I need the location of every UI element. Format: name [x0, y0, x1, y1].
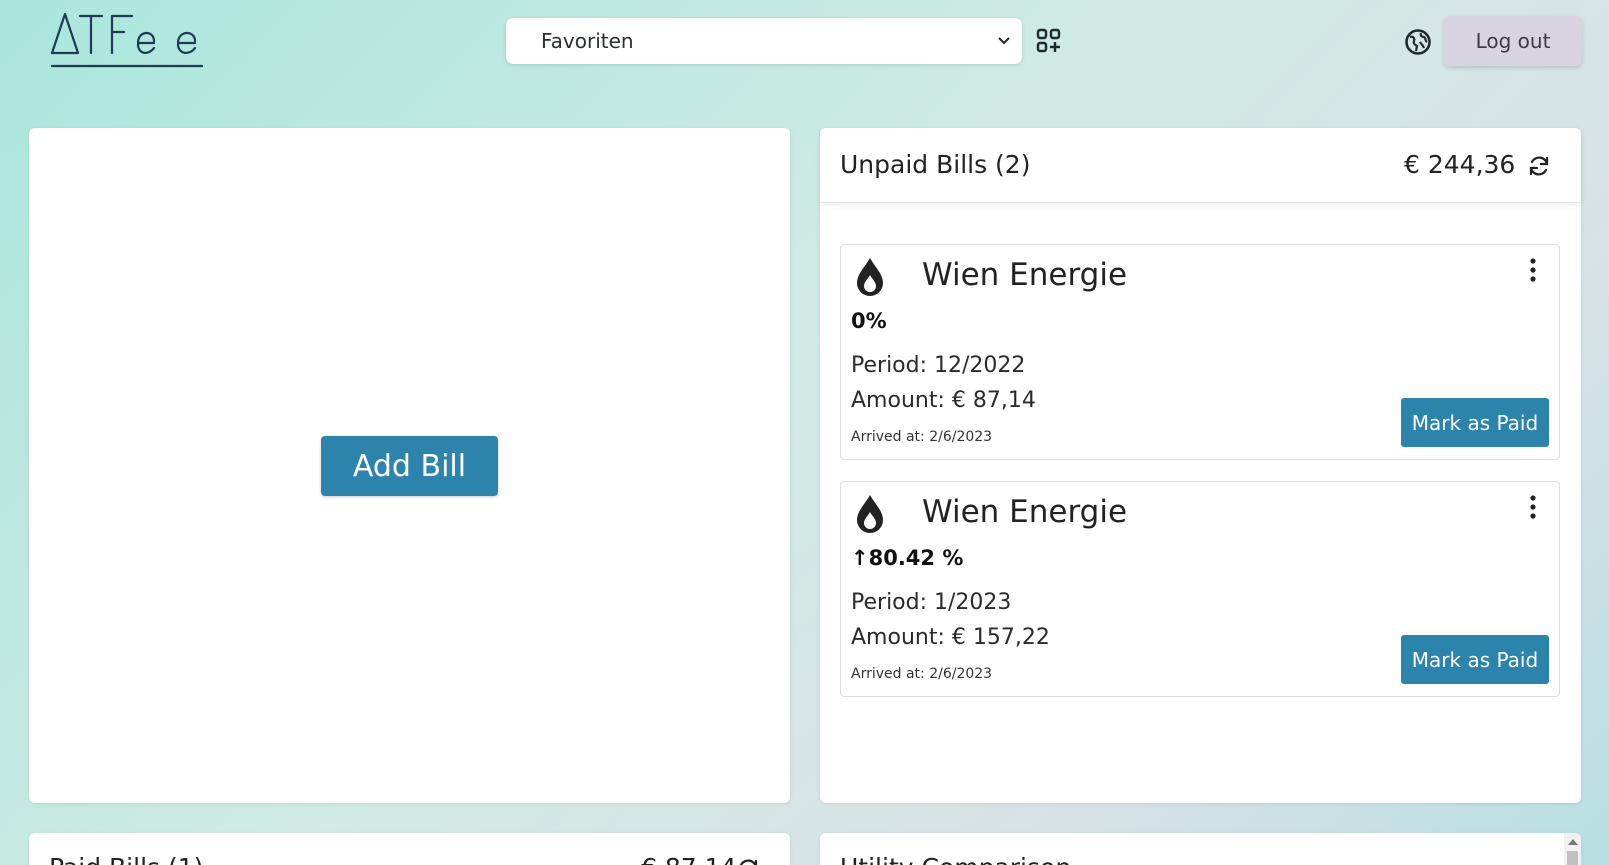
refresh-icon[interactable]	[736, 857, 760, 865]
paid-bills-title: Paid Bills (1)	[49, 853, 203, 865]
scroll-up-arrow-icon[interactable]	[1568, 839, 1578, 845]
more-options-icon[interactable]	[1529, 494, 1537, 520]
bill-provider-name: Wien Energie	[922, 257, 1128, 293]
bill-period: Period: 12/2022	[851, 353, 1026, 378]
mark-as-paid-button[interactable]: Mark as Paid	[1401, 398, 1549, 447]
bill-card: Wien Energie ↑80.42 % Period: 1/2023 Amo…	[840, 481, 1560, 697]
scroll-thumb[interactable]	[1567, 851, 1578, 865]
unpaid-bills-header: Unpaid Bills (2) € 244,36	[820, 128, 1581, 203]
globe-icon[interactable]	[1404, 28, 1432, 56]
refresh-icon[interactable]	[1527, 154, 1551, 178]
bill-amount: Amount: € 87,14	[851, 388, 1036, 413]
bill-arrived-date: Arrived at: 2/6/2023	[851, 666, 993, 682]
paid-bills-panel: Paid Bills (1) € 87,14	[29, 833, 790, 865]
logo-mark	[50, 12, 204, 68]
bill-arrived-date: Arrived at: 2/6/2023	[851, 429, 993, 445]
unpaid-bills-panel: Unpaid Bills (2) € 244,36 Wien Energie 0…	[820, 128, 1581, 803]
water-drop-icon	[857, 495, 883, 533]
bill-change-percent: ↑80.42 %	[851, 546, 964, 570]
add-favorite-grid-icon[interactable]	[1036, 28, 1062, 54]
add-bill-panel: Add Bill	[29, 128, 790, 803]
app-logo[interactable]	[50, 8, 208, 74]
unpaid-bills-total: € 244,36	[1404, 150, 1516, 179]
utility-comparison-panel: Utility Comparison	[820, 833, 1581, 865]
bill-period: Period: 1/2023	[851, 590, 1012, 615]
more-options-icon[interactable]	[1529, 257, 1537, 283]
chevron-down-icon	[998, 37, 1010, 45]
panel-scrollbar[interactable]	[1564, 833, 1581, 865]
bill-change-percent: 0%	[851, 309, 887, 333]
bill-provider-name: Wien Energie	[922, 494, 1128, 530]
favorites-selected-value: Favoriten	[541, 29, 634, 53]
utility-comparison-title: Utility Comparison	[840, 853, 1071, 865]
bill-card: Wien Energie 0% Period: 12/2022 Amount: …	[840, 244, 1560, 460]
paid-bills-total: € 87,14	[641, 853, 736, 865]
unpaid-bills-title: Unpaid Bills (2)	[840, 150, 1031, 179]
logout-button[interactable]: Log out	[1444, 16, 1582, 66]
favorites-select[interactable]: Favoriten	[506, 18, 1022, 64]
water-drop-icon	[857, 258, 883, 296]
add-bill-button[interactable]: Add Bill	[321, 436, 498, 496]
mark-as-paid-button[interactable]: Mark as Paid	[1401, 635, 1549, 684]
bill-amount: Amount: € 157,22	[851, 625, 1050, 650]
